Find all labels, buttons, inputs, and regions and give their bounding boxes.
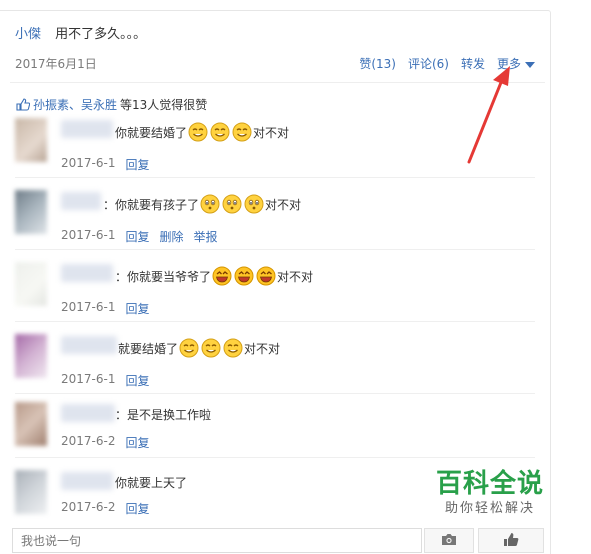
grin-emoji-icon [223, 338, 243, 358]
comment-date: 2017-6-1 [61, 228, 116, 242]
comment-date: 2017-6-2 [61, 500, 116, 514]
comment-text-before: ：你就要当爷爷了 [115, 269, 212, 284]
comment-text: 你就要上天了 [115, 474, 187, 491]
comment-item: ：是不是换工作啦 2017-6-2 回复 [15, 402, 535, 462]
report-link[interactable]: 举报 [194, 228, 218, 245]
watermark-logo: 百科全说 助你轻松解决 [432, 468, 548, 518]
comment-text-before: ：是不是换工作啦 [115, 408, 212, 422]
avatar[interactable] [15, 118, 47, 162]
comment-text: 就要结婚了 对不对 [118, 338, 280, 358]
commenter-name-blurred[interactable] [61, 120, 113, 138]
comment-text: ：是不是换工作啦 [115, 406, 211, 423]
reply-link[interactable]: 回复 [125, 500, 149, 517]
delete-link[interactable]: 删除 [159, 228, 183, 245]
like-post-button[interactable] [478, 528, 544, 553]
laugh-emoji-icon [256, 266, 276, 286]
blush-emoji-icon [200, 194, 220, 214]
divider [10, 82, 545, 83]
watermark-subtitle: 助你轻松解决 [444, 501, 535, 516]
comment-item: 你就要结婚了 对不对 2017-6-1 回复 [15, 118, 535, 178]
comment-text: ：你就要有孩子了 对不对 [103, 194, 301, 214]
avatar[interactable] [15, 402, 47, 446]
blush-emoji-icon [244, 194, 264, 214]
laugh-emoji-icon [234, 266, 254, 286]
comment-meta: 2017-6-1 回复 [61, 156, 149, 173]
commenter-name-blurred[interactable] [61, 472, 113, 490]
grin-emoji-icon [232, 122, 252, 142]
avatar[interactable] [15, 334, 47, 378]
grin-emoji-icon [201, 338, 221, 358]
caret-down-icon [525, 61, 535, 68]
comment-text: ：你就要当爷爷了 对不对 [115, 266, 313, 286]
comment-meta: 2017-6-1 回复 [61, 300, 149, 317]
reply-link[interactable]: 回复 [125, 434, 149, 451]
comment-text-before: 就要结婚了 [118, 341, 179, 356]
reply-link[interactable]: 回复 [125, 300, 149, 317]
avatar[interactable] [15, 470, 47, 514]
grin-emoji-icon [210, 122, 230, 142]
divider [15, 249, 535, 250]
likers-names[interactable]: 孙振素、吴永胜 [33, 96, 117, 113]
reply-link[interactable]: 回复 [125, 228, 149, 245]
comment-text-after: 对不对 [265, 197, 302, 212]
comment-date: 2017-6-1 [61, 156, 116, 170]
comment-text-before: 你就要结婚了 [115, 125, 188, 140]
post-author[interactable]: 小傑 [15, 27, 41, 42]
comment-item: 就要结婚了 对不对 2017-6-1 回复 [15, 334, 535, 394]
grin-emoji-icon [179, 338, 199, 358]
comment-text-before: 你就要上天了 [115, 476, 188, 490]
comment-item: ：你就要当爷爷了 对不对 2017-6-1 回复 [15, 262, 535, 322]
laugh-emoji-icon [212, 266, 232, 286]
thumbs-up-icon [503, 532, 519, 550]
comment-meta: 2017-6-2 回复 [61, 434, 149, 451]
comment-date: 2017-6-1 [61, 372, 116, 386]
thumbs-up-icon [16, 98, 30, 111]
blush-emoji-icon [222, 194, 242, 214]
annotation-arrow [467, 66, 510, 164]
likes-row: 孙振素、吴永胜 等13人觉得很赞 [16, 96, 207, 113]
comment-text-before: ：你就要有孩子了 [103, 197, 200, 212]
comment-meta: 2017-6-1 回复 删除 举报 [61, 228, 218, 245]
post-header: 小傑 用不了多久。。。 [15, 23, 146, 42]
avatar[interactable] [15, 262, 47, 306]
like-button[interactable]: 赞(13) [359, 55, 396, 72]
divider [15, 177, 535, 178]
camera-icon [441, 533, 457, 549]
comment-date: 2017-6-2 [61, 434, 116, 448]
reply-link[interactable]: 回复 [125, 156, 149, 173]
comment-item: ：你就要有孩子了 对不对 2017-6-1 回复 删除 举报 [15, 190, 535, 250]
reply-link[interactable]: 回复 [125, 372, 149, 389]
commenter-name-blurred[interactable] [61, 336, 117, 354]
comment-text-after: 对不对 [244, 341, 281, 356]
commenter-name-blurred[interactable] [61, 192, 101, 210]
image-upload-button[interactable] [424, 528, 474, 553]
comment-meta: 2017-6-2 回复 [61, 500, 149, 517]
watermark-title: 百科全说 [435, 469, 544, 499]
commenter-name-blurred[interactable] [61, 404, 115, 422]
likes-summary: 等13人觉得很赞 [120, 98, 208, 112]
grin-emoji-icon [188, 122, 208, 142]
commenter-name-blurred[interactable] [61, 264, 113, 282]
avatar[interactable] [15, 190, 47, 234]
comment-meta: 2017-6-1 回复 [61, 372, 149, 389]
divider [15, 393, 535, 394]
post-text: 用不了多久。。。 [55, 27, 147, 42]
comment-text: 你就要结婚了 对不对 [115, 122, 289, 142]
divider [15, 457, 535, 458]
comment-date: 2017-6-1 [61, 300, 116, 314]
comment-text-after: 对不对 [253, 125, 290, 140]
post-date: 2017年6月1日 [15, 57, 97, 71]
comment-button[interactable]: 评论(6) [408, 55, 449, 72]
divider [15, 321, 535, 322]
reply-input[interactable]: 我也说一句 [12, 528, 422, 553]
comment-text-after: 对不对 [277, 269, 314, 284]
